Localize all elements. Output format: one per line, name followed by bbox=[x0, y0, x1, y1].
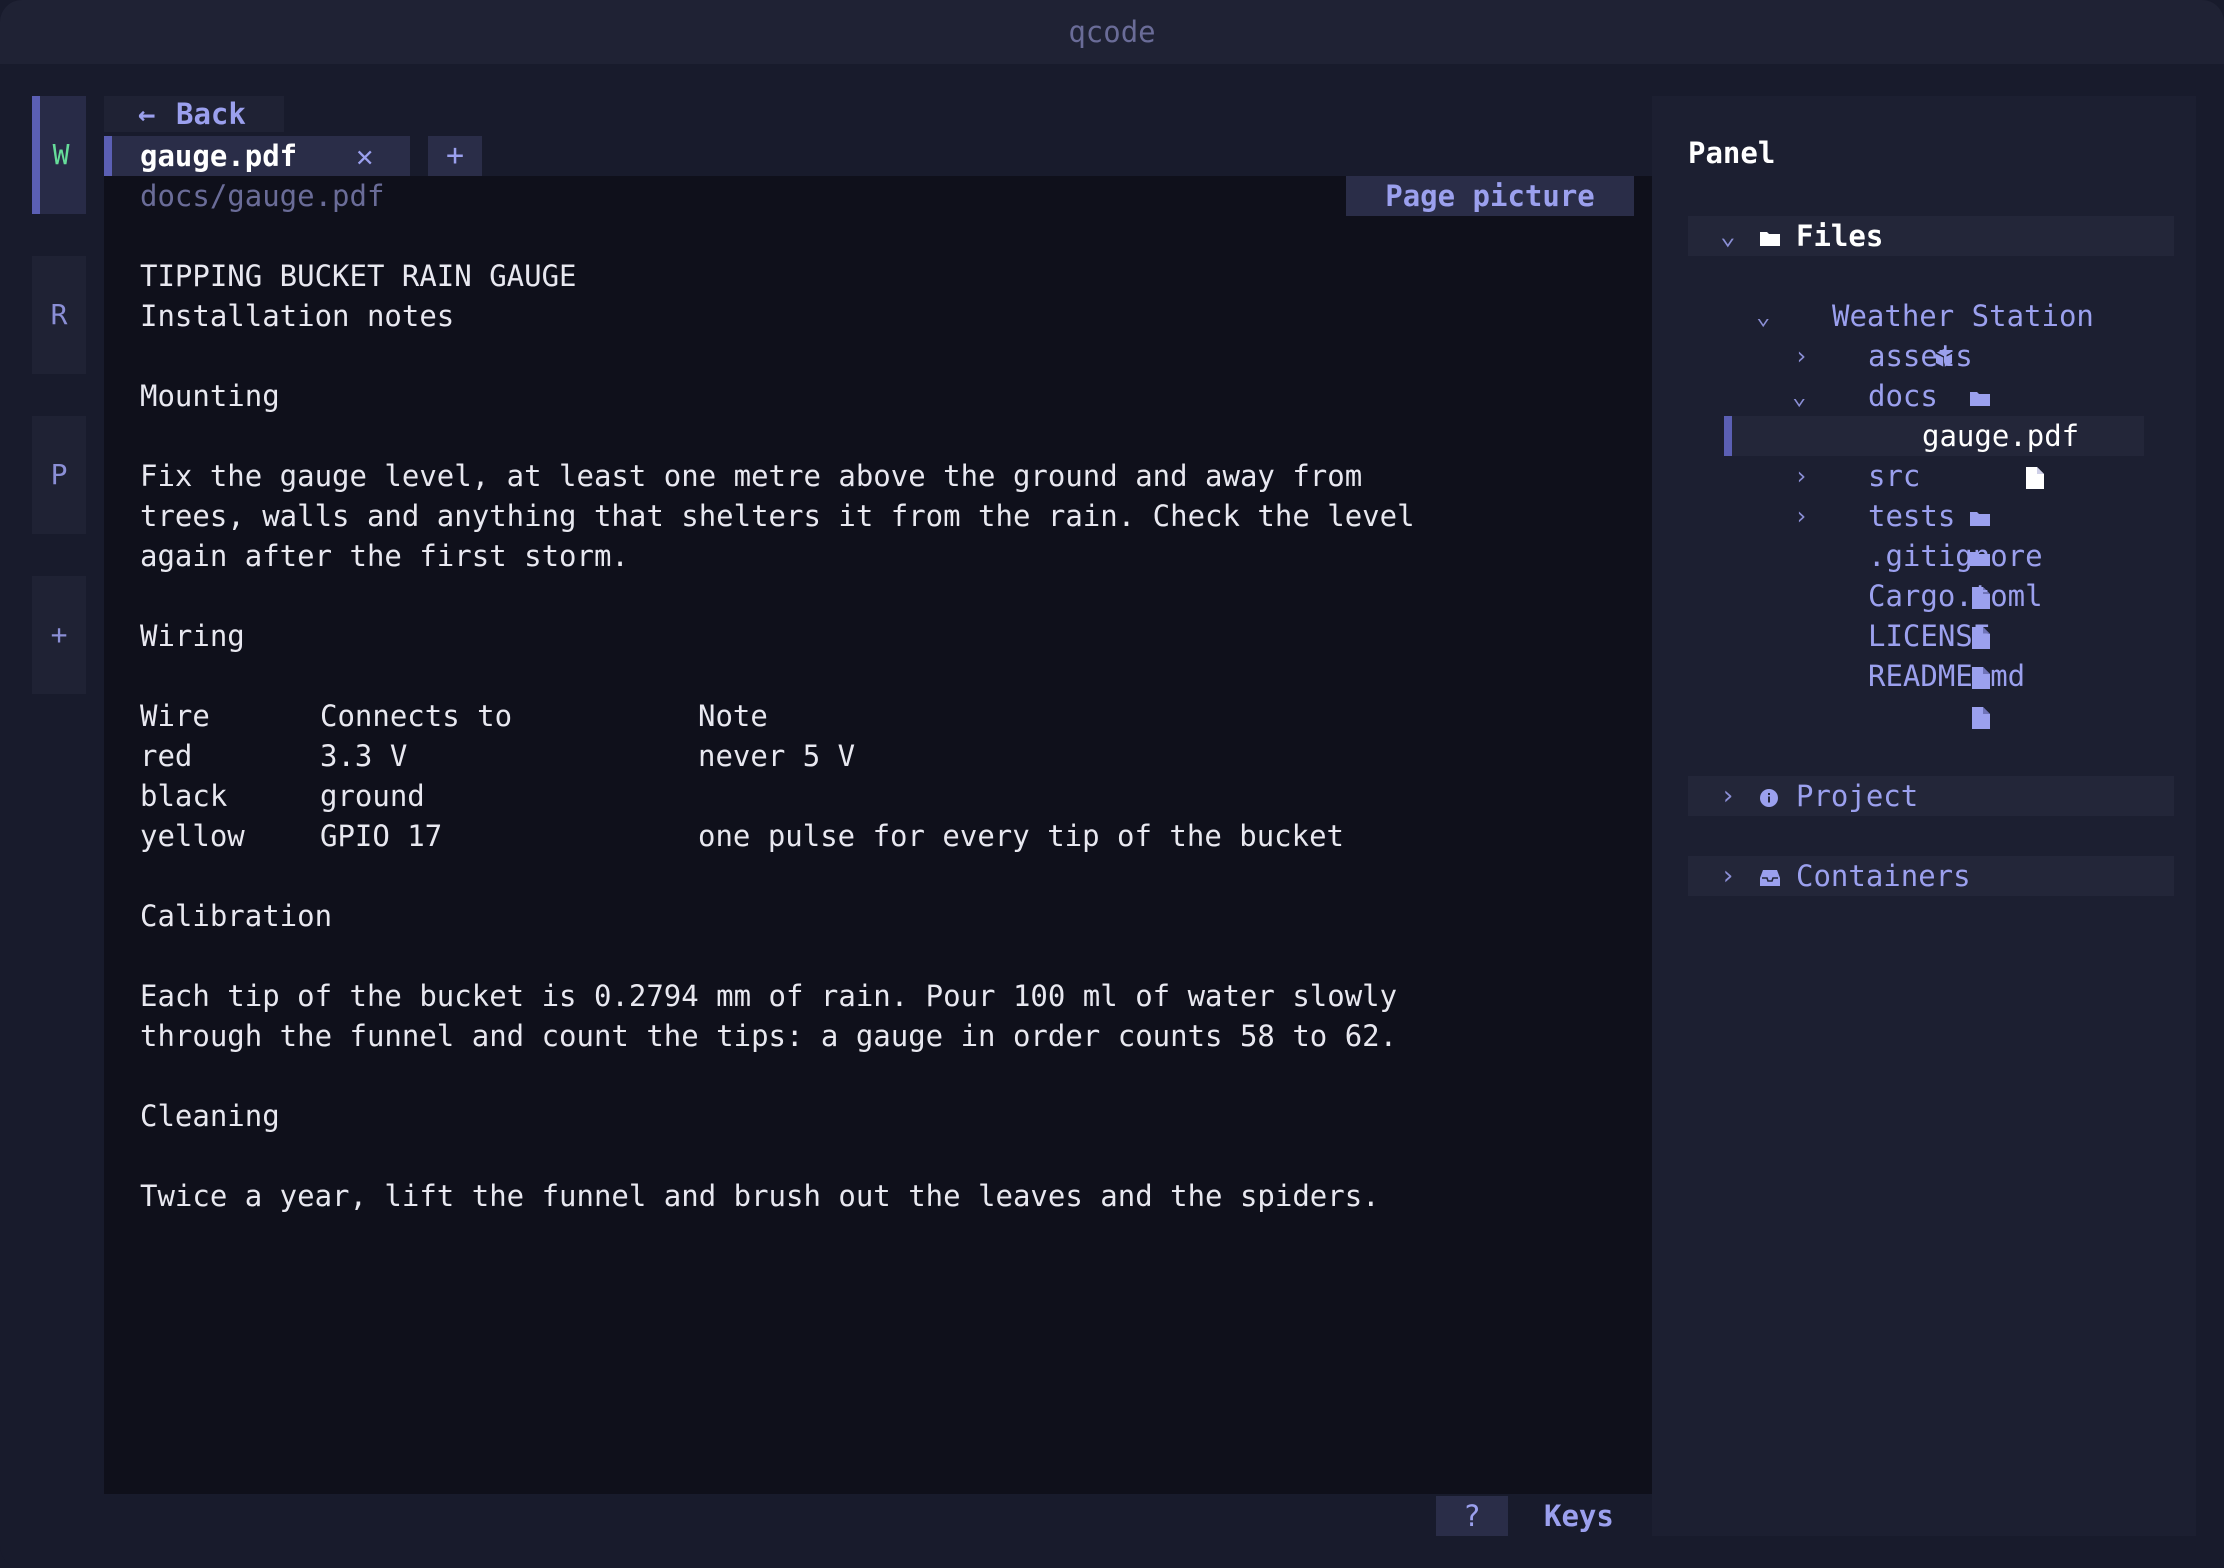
rail-add-button[interactable]: + bbox=[32, 576, 86, 694]
table-cell: never 5 V bbox=[698, 739, 856, 773]
section-label: Project bbox=[1796, 779, 1919, 813]
add-tab-button[interactable]: + bbox=[428, 136, 482, 176]
tree-label: docs bbox=[1868, 379, 1938, 413]
document-viewer: docs/gauge.pdf Page picture TIPPING BUCK… bbox=[104, 176, 1652, 1494]
chevron-right-icon: › bbox=[1794, 342, 1809, 370]
table-cell: 3.3 V bbox=[320, 739, 408, 773]
chevron-down-icon: ⌄ bbox=[1756, 302, 1771, 330]
section-label: Containers bbox=[1796, 859, 1971, 893]
tree-item-readme[interactable]: README.md bbox=[1652, 656, 2192, 729]
chevron-right-icon: › bbox=[1720, 781, 1736, 811]
rail-item-r[interactable]: R bbox=[32, 256, 86, 374]
rail-item-w[interactable]: W bbox=[32, 96, 86, 214]
doc-heading-mounting: Mounting bbox=[140, 379, 280, 413]
chevron-right-icon: › bbox=[1794, 502, 1809, 530]
tree-item-tests[interactable]: › tests bbox=[1652, 496, 2192, 566]
info-icon bbox=[1760, 776, 1778, 816]
tree-label: Cargo.toml bbox=[1868, 579, 2043, 613]
tree-label: Weather Station bbox=[1832, 299, 2094, 333]
wiring-table-header: Wire Connects to Note bbox=[140, 696, 1540, 736]
table-cell: ground bbox=[320, 779, 425, 813]
doc-line: Twice a year, lift the funnel and brush … bbox=[140, 1179, 1380, 1213]
breadcrumb: docs/gauge.pdf bbox=[140, 179, 385, 213]
table-cell: GPIO 17 bbox=[320, 819, 443, 853]
table-row: red 3.3 V never 5 V bbox=[140, 736, 1540, 776]
tab-label: gauge.pdf bbox=[140, 139, 298, 173]
doc-subtitle: Installation notes bbox=[140, 299, 455, 333]
tree-item-src[interactable]: › src bbox=[1652, 456, 2192, 526]
chevron-down-icon: ⌄ bbox=[1720, 221, 1736, 251]
doc-line: again after the first storm. bbox=[140, 539, 629, 573]
chevron-right-icon: › bbox=[1794, 462, 1809, 490]
tree-item-gitignore[interactable]: .gitignore bbox=[1652, 536, 2192, 609]
doc-line: trees, walls and anything that shelters … bbox=[140, 499, 1415, 533]
doc-heading-calibration: Calibration bbox=[140, 899, 333, 933]
doc-heading-wiring: Wiring bbox=[140, 619, 245, 653]
tree-label: .gitignore bbox=[1868, 539, 2043, 573]
table-cell: black bbox=[140, 779, 228, 813]
doc-heading-cleaning: Cleaning bbox=[140, 1099, 280, 1133]
table-header-cell: Note bbox=[698, 699, 768, 733]
side-panel: Panel ⌄ Files ⌄ Weather Station › assets… bbox=[1652, 96, 2196, 1536]
tree-item-gauge-pdf[interactable]: gauge.pdf bbox=[1652, 416, 2152, 489]
tree-item-license[interactable]: LICENSE bbox=[1652, 616, 2192, 689]
keys-label[interactable]: Keys bbox=[1544, 1496, 1614, 1536]
window-title: qcode bbox=[0, 0, 2224, 64]
back-button[interactable]: ← Back bbox=[104, 96, 284, 132]
doc-line: through the funnel and count the tips: a… bbox=[140, 1019, 1398, 1053]
tab-gauge-pdf[interactable]: gauge.pdf ✕ bbox=[104, 136, 410, 176]
table-header-cell: Wire bbox=[140, 699, 210, 733]
section-files[interactable]: ⌄ Files bbox=[1688, 216, 2174, 256]
table-cell: yellow bbox=[140, 819, 245, 853]
table-cell: red bbox=[140, 739, 193, 773]
inbox-icon bbox=[1760, 856, 1780, 896]
doc-line: Fix the gauge level, at least one metre … bbox=[140, 459, 1363, 493]
panel-title: Panel bbox=[1688, 136, 1776, 170]
back-button-label: Back bbox=[176, 97, 246, 131]
tree-label: assets bbox=[1868, 339, 1973, 373]
tree-label: tests bbox=[1868, 499, 1956, 533]
section-containers[interactable]: › Containers bbox=[1688, 856, 2174, 896]
help-button[interactable]: ? bbox=[1436, 1496, 1508, 1536]
section-project[interactable]: › Project bbox=[1688, 776, 2174, 816]
tree-root-weather-station[interactable]: ⌄ Weather Station bbox=[1652, 296, 2192, 367]
tree-label: LICENSE bbox=[1868, 619, 1991, 653]
table-cell: one pulse for every tip of the bucket bbox=[698, 819, 1345, 853]
app-window: qcode W R P + ← Back gauge.pdf ✕ + docs/… bbox=[0, 0, 2224, 1568]
table-header-cell: Connects to bbox=[320, 699, 513, 733]
tree-item-cargo-toml[interactable]: Cargo.toml bbox=[1652, 576, 2192, 649]
tree-item-docs[interactable]: ⌄ docs bbox=[1652, 376, 2192, 446]
rail-item-p[interactable]: P bbox=[32, 416, 86, 534]
tree-label: gauge.pdf bbox=[1922, 419, 2080, 453]
chevron-right-icon: › bbox=[1720, 861, 1736, 891]
tree-label: src bbox=[1868, 459, 1921, 493]
tree-label: README.md bbox=[1868, 659, 2026, 693]
doc-line: Each tip of the bucket is 0.2794 mm of r… bbox=[140, 979, 1398, 1013]
folder-icon bbox=[1760, 216, 1780, 256]
section-label: Files bbox=[1796, 219, 1884, 253]
doc-title: TIPPING BUCKET RAIN GAUGE bbox=[140, 259, 577, 293]
close-icon[interactable]: ✕ bbox=[356, 136, 373, 176]
page-picture-button[interactable]: Page picture bbox=[1346, 176, 1634, 216]
table-row: yellow GPIO 17 one pulse for every tip o… bbox=[140, 816, 1540, 856]
chevron-down-icon: ⌄ bbox=[1792, 382, 1807, 410]
table-row: black ground bbox=[140, 776, 1540, 816]
arrow-left-icon: ← bbox=[138, 97, 156, 131]
tree-item-assets[interactable]: › assets bbox=[1652, 336, 2192, 406]
